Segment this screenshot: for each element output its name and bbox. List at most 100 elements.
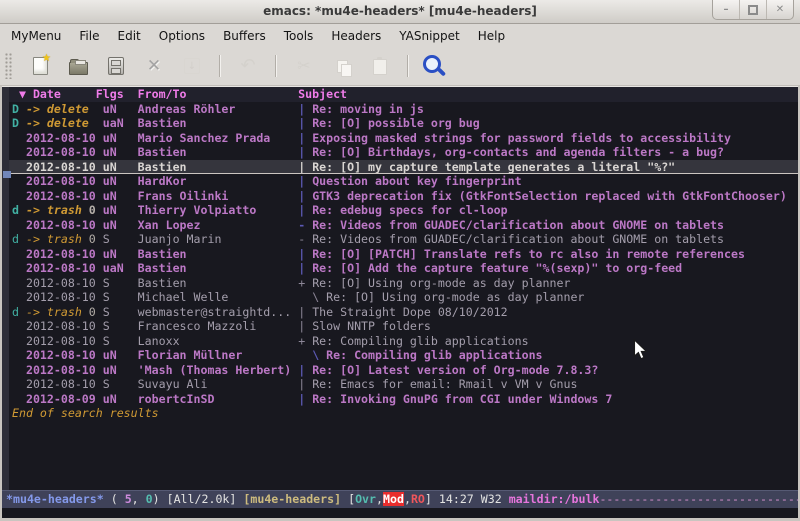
row-text — [12, 160, 26, 174]
toolbar: ★✕↓↶✂ — [0, 47, 800, 86]
menu-edit[interactable]: Edit — [109, 27, 150, 45]
menu-headers[interactable]: Headers — [322, 27, 390, 45]
subject-field: Re: [O] possible org bug — [312, 116, 480, 130]
paste-clipboard-icon — [373, 59, 387, 75]
flags-field: uN — [103, 174, 138, 188]
message-row[interactable]: d -> trash 0 S webmaster@straightd... | … — [12, 305, 798, 320]
message-row[interactable]: 2012-08-10 S Bastien + Re: [O] Using org… — [12, 276, 798, 291]
flags-field: uN — [103, 363, 138, 377]
modeline-segment: RO — [411, 492, 425, 506]
message-row[interactable]: d -> trash 0 S Juanjo Marin - Re: Videos… — [12, 232, 798, 247]
message-row[interactable]: 2012-08-10 S Suvayu Ali | Re: Emacs for … — [12, 377, 798, 392]
row-text — [96, 145, 103, 159]
from-field: Lanoxx — [138, 334, 292, 348]
message-row[interactable]: 2012-08-10 uN 'Mash (Thomas Herbert) | R… — [12, 363, 798, 378]
menu-tools[interactable]: Tools — [275, 27, 323, 45]
message-row[interactable]: 2012-08-10 uN Bastien | Re: [O] my captu… — [9, 160, 798, 175]
row-text — [12, 174, 26, 188]
from-field: Francesco Mazzoli — [138, 319, 292, 333]
modeline-segment: maildir:/bulk — [509, 492, 600, 506]
message-row[interactable]: 2012-08-10 uN Bastien | Re: [O] Birthday… — [12, 145, 798, 160]
subject-field: Re: [O] my capture template generates a … — [312, 160, 675, 174]
from-field: Juanjo Marin — [138, 232, 292, 246]
from-field: robertcInSD — [138, 392, 292, 406]
row-text — [89, 102, 96, 116]
modeline-segment: 0 — [146, 492, 153, 506]
column-headers[interactable]: ▼ Date Flgs From/To Subject — [9, 87, 798, 102]
toolbar-separator — [275, 55, 277, 77]
subject-field: Exposing masked strings for password fie… — [312, 131, 731, 145]
titlebar[interactable]: emacs: *mu4e-headers* [mu4e-headers] – ✕ — [0, 0, 800, 24]
close-button[interactable]: ✕ — [766, 0, 793, 19]
message-row[interactable]: 2012-08-10 uN HardKor | Question about k… — [12, 174, 798, 189]
message-row[interactable]: 2012-08-10 uN Frans Oilinki | GTK3 depre… — [12, 189, 798, 204]
modeline-segment: ) [All/2.0k] — [153, 492, 244, 506]
save-button[interactable] — [101, 52, 131, 80]
date-field: 2012-08-10 — [26, 377, 96, 391]
from-field: Florian Müllner — [138, 348, 292, 362]
message-row[interactable]: 2012-08-10 uN Xan Lopez - Re: Videos fro… — [12, 218, 798, 233]
message-row[interactable]: 2012-08-09 uN robertcInSD | Re: Invoking… — [12, 392, 798, 407]
message-row[interactable]: D -> delete uaN Bastien | Re: [O] possib… — [12, 116, 798, 131]
save-as-button: ↓ — [177, 52, 207, 80]
flags-field: uaN — [103, 261, 138, 275]
row-text — [96, 392, 103, 406]
menu-yasnippet[interactable]: YASnippet — [390, 27, 469, 45]
subject-field: Re: edebug specs for cl-loop — [312, 203, 507, 217]
from-field: Thierry Volpiatto — [138, 203, 292, 217]
flags-field: S — [103, 377, 138, 391]
row-text — [12, 247, 26, 261]
flags-field: uN — [103, 160, 138, 174]
end-of-results: End of search results — [12, 406, 798, 421]
action-label: -> trash — [26, 203, 82, 217]
open-folder-button[interactable] — [63, 52, 93, 80]
menu-mymenu[interactable]: MyMenu — [2, 27, 70, 45]
subject-field: Re: [O] Add the capture feature "%(sexp)… — [312, 261, 682, 275]
thread-symbol: | — [298, 145, 312, 159]
thread-symbol: | — [298, 377, 312, 391]
menu-help[interactable]: Help — [469, 27, 514, 45]
undo-button: ↶ — [233, 52, 263, 80]
minimize-button[interactable]: – — [713, 0, 739, 19]
thread-mark: D — [12, 102, 26, 116]
toolbar-separator — [407, 55, 409, 77]
message-row[interactable]: 2012-08-10 uN Florian Müllner \ Re: Comp… — [12, 348, 798, 363]
delete-button[interactable]: ✕ — [139, 52, 169, 80]
menu-options[interactable]: Options — [150, 27, 214, 45]
message-row[interactable]: 2012-08-10 S Francesco Mazzoli | Slow NN… — [12, 319, 798, 334]
from-field: Andreas Röhler — [138, 102, 292, 116]
date-field: 2012-08-10 — [26, 290, 96, 304]
row-text — [12, 290, 26, 304]
thread-mark: d — [12, 232, 26, 246]
new-file-button[interactable]: ★ — [25, 52, 55, 80]
open-folder-icon — [69, 62, 88, 75]
subject-field: Re: [O] Using org-mode as day planner — [312, 276, 570, 290]
row-text — [12, 276, 26, 290]
modeline-segment: [ — [341, 492, 355, 506]
row-text — [96, 247, 103, 261]
message-row[interactable]: 2012-08-10 uN Bastien | Re: [O] [PATCH] … — [12, 247, 798, 262]
maximize-button[interactable] — [739, 0, 766, 19]
modeline: *mu4e-headers* ( 5, 0) [All/2.0k] [mu4e-… — [2, 490, 798, 508]
save-icon — [108, 57, 124, 75]
message-row[interactable]: 2012-08-10 S Lanoxx + Re: Compiling glib… — [12, 334, 798, 349]
message-row[interactable]: 2012-08-10 uaN Bastien | Re: [O] Add the… — [12, 261, 798, 276]
search-button[interactable] — [421, 52, 451, 80]
message-row[interactable]: 2012-08-10 uN Mario Sanchez Prada | Expo… — [12, 131, 798, 146]
message-row[interactable]: D -> delete uN Andreas Röhler | Re: movi… — [12, 102, 798, 117]
window-title: emacs: *mu4e-headers* [mu4e-headers] — [0, 4, 800, 18]
menu-file[interactable]: File — [70, 27, 108, 45]
message-row[interactable]: 2012-08-10 S Michael Welle \ Re: [O] Usi… — [12, 290, 798, 305]
scrollbar[interactable] — [2, 87, 9, 490]
toolbar-grip-handle[interactable] — [5, 53, 13, 79]
modeline-segment: ------------------------------ — [599, 492, 798, 506]
from-field: Bastien — [138, 116, 292, 130]
row-text — [96, 377, 103, 391]
date-field: 2012-08-09 — [26, 392, 96, 406]
menu-buffers[interactable]: Buffers — [214, 27, 275, 45]
flags-field: S — [103, 334, 138, 348]
from-field: Bastien — [138, 145, 292, 159]
minibuffer[interactable] — [2, 508, 798, 518]
message-row[interactable]: d -> trash 0 uN Thierry Volpiatto | Re: … — [12, 203, 798, 218]
action-label: -> trash — [26, 305, 82, 319]
